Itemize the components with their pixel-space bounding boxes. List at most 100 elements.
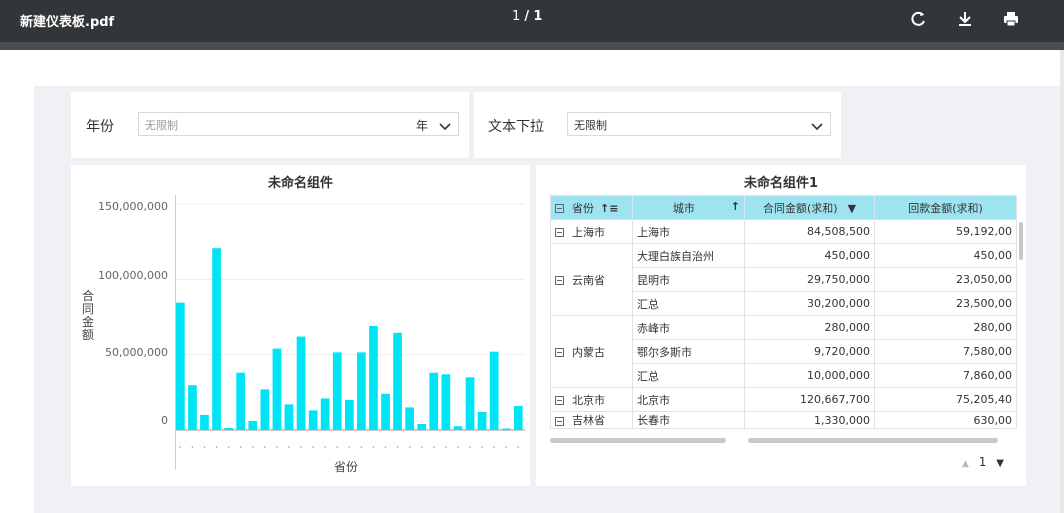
collapse-all-icon[interactable] — [555, 204, 564, 213]
y-axis-label: 合同金额 — [81, 289, 94, 342]
y-tick-label: 0 — [161, 414, 168, 427]
bar[interactable] — [441, 374, 451, 430]
payment-cell: 630,00 — [874, 411, 1017, 429]
y-tick-label: 100,000,000 — [98, 269, 168, 282]
bar[interactable] — [176, 302, 185, 430]
x-tick-mark — [312, 446, 314, 448]
page-down-icon[interactable]: ▼ — [996, 458, 1004, 469]
year-filter-label: 年份 — [86, 119, 114, 135]
bar[interactable] — [320, 398, 330, 430]
page-up-icon[interactable]: ▲ — [962, 459, 969, 469]
horizontal-scrollbar-right[interactable] — [748, 438, 998, 443]
x-tick-mark — [276, 446, 278, 448]
contract-cell: 29,750,000 — [744, 267, 875, 292]
bar[interactable] — [260, 389, 270, 430]
bar[interactable] — [501, 428, 511, 431]
province-cell[interactable]: 内蒙古 — [550, 315, 633, 388]
bar[interactable] — [429, 372, 439, 430]
bar[interactable] — [212, 248, 221, 430]
contract-cell: 450,000 — [744, 243, 875, 268]
bar[interactable] — [453, 426, 463, 430]
bar[interactable] — [477, 411, 487, 430]
x-tick-mark — [252, 446, 254, 448]
bar[interactable] — [236, 372, 245, 430]
x-tick-mark — [517, 446, 520, 448]
rotate-icon[interactable] — [908, 8, 930, 30]
province-cell[interactable]: 吉林省 — [550, 411, 633, 429]
bar[interactable] — [465, 377, 475, 430]
text-dropdown-panel: 文本下拉 无限制 — [474, 92, 841, 158]
bar[interactable] — [405, 407, 414, 430]
header-city[interactable]: 城市 ↑ — [632, 195, 745, 220]
bar[interactable] — [224, 428, 233, 430]
header-contract-amount[interactable]: 合同金额(求和) ▼ — [744, 195, 875, 220]
city-cell: 昆明市 — [632, 267, 745, 292]
x-tick-mark — [215, 446, 218, 448]
header-province[interactable]: 省份 ↑≡ — [550, 195, 633, 220]
bar[interactable] — [272, 348, 282, 430]
print-icon[interactable] — [1000, 8, 1022, 30]
bar[interactable] — [357, 352, 366, 430]
y-tick-label: 50,000,000 — [105, 346, 168, 359]
text-dropdown-value: 无限制 — [574, 119, 607, 132]
year-select-value: 无限制 — [145, 119, 178, 132]
bar-chart — [175, 195, 525, 470]
bar[interactable] — [188, 385, 197, 430]
bar[interactable] — [284, 404, 294, 430]
bar[interactable] — [345, 399, 354, 430]
contract-cell: 30,200,000 — [744, 291, 875, 316]
bar[interactable] — [332, 352, 342, 430]
payment-cell: 450,00 — [874, 243, 1017, 268]
payment-cell: 23,050,00 — [874, 267, 1017, 292]
collapse-icon[interactable] — [555, 416, 564, 426]
collapse-icon[interactable] — [555, 228, 564, 237]
city-cell: 汇总 — [632, 363, 745, 388]
bar[interactable] — [489, 351, 499, 430]
download-icon[interactable] — [954, 8, 976, 30]
pdf-toolbar: 新建仪表板.pdf 1 / 1 — [0, 0, 1064, 42]
sort-desc-icon[interactable]: ▼ — [848, 202, 856, 215]
sort-icon[interactable]: ↑ — [731, 200, 740, 213]
page-current: 1 — [512, 9, 521, 24]
table-title: 未命名组件1 — [743, 176, 819, 191]
horizontal-scrollbar-left[interactable] — [550, 438, 726, 443]
bar[interactable] — [308, 410, 318, 430]
province-cell[interactable]: 北京市 — [550, 387, 633, 412]
province-cell[interactable]: 云南省 — [550, 243, 633, 316]
x-tick-mark — [348, 446, 351, 448]
bar[interactable] — [381, 393, 390, 430]
contract-cell: 9,720,000 — [744, 339, 875, 364]
collapse-icon[interactable] — [555, 348, 564, 357]
payment-cell: 7,580,00 — [874, 339, 1017, 364]
city-cell: 鄂尔多斯市 — [632, 339, 745, 364]
city-cell: 长春市 — [632, 411, 745, 429]
bar[interactable] — [513, 405, 523, 430]
bar[interactable] — [248, 421, 258, 430]
x-tick-mark — [324, 446, 326, 448]
collapse-icon[interactable] — [555, 276, 564, 285]
bar[interactable] — [296, 336, 306, 430]
sort-icon[interactable]: ↑≡ — [600, 202, 618, 215]
bar[interactable] — [393, 332, 402, 430]
city-cell: 上海市 — [632, 219, 745, 244]
header-payment-amount[interactable]: 回款金额(求和) — [874, 195, 1017, 220]
x-tick-mark — [300, 446, 302, 448]
x-tick-mark — [336, 446, 338, 448]
x-tick-mark — [203, 446, 206, 448]
x-tick-mark — [227, 446, 230, 448]
bar[interactable] — [369, 326, 378, 430]
text-dropdown-select[interactable]: 无限制 — [567, 112, 831, 136]
contract-cell: 84,508,500 — [744, 219, 875, 244]
payment-cell: 7,860,00 — [874, 363, 1017, 388]
page-scrollbar[interactable] — [1060, 50, 1064, 513]
contract-cell: 1,330,000 — [744, 411, 875, 429]
collapse-icon[interactable] — [555, 396, 564, 405]
city-cell: 赤峰市 — [632, 315, 745, 340]
x-tick-mark — [469, 446, 471, 448]
bar[interactable] — [417, 424, 427, 430]
bar[interactable] — [200, 414, 209, 430]
year-select[interactable]: 无限制 年 — [138, 112, 459, 136]
province-cell[interactable]: 上海市 — [550, 219, 633, 244]
x-tick-mark — [372, 446, 375, 448]
vertical-scrollbar[interactable] — [1019, 222, 1023, 260]
